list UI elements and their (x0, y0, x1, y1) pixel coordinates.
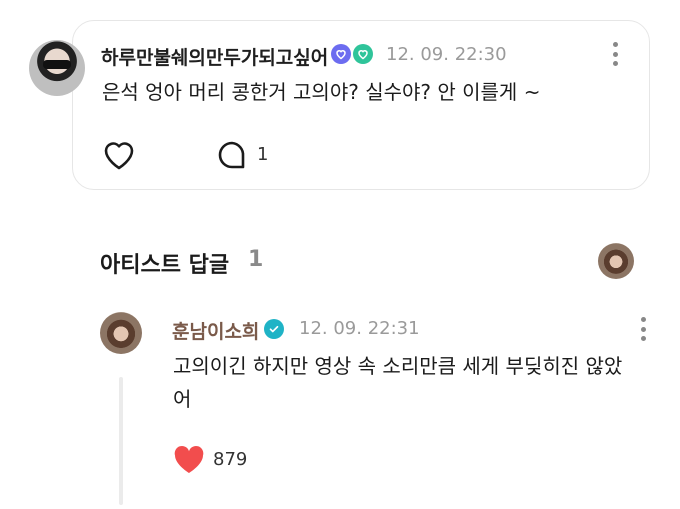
verified-check-icon (264, 319, 284, 339)
fan-badges (331, 44, 373, 64)
like-count: 879 (213, 449, 248, 470)
fan-avatar[interactable] (29, 40, 85, 96)
check-badge-icon (353, 44, 373, 64)
artist-username[interactable]: 훈남이소희 (172, 317, 259, 344)
like-heart-outline-icon[interactable] (102, 139, 136, 171)
thread-line (119, 377, 123, 505)
artist-timestamp: 12. 09. 22:31 (299, 318, 420, 339)
artist-reply-text: 고의이긴 하지만 영상 속 소리만큼 세게 부딪히진 않았어 (173, 354, 623, 411)
artist-verified-badge (264, 319, 284, 339)
heart-badge-icon (331, 44, 351, 64)
reply-bubble-icon[interactable] (217, 140, 247, 170)
artist-reply-section-count: 1 (248, 247, 264, 272)
fan-comment-text: 은석 엉아 머리 콩한거 고의야? 실수야? 안 이를게 ~ (102, 80, 541, 104)
artist-more-options-icon[interactable] (640, 317, 646, 341)
artist-reply-section-title: 아티스트 답글 (100, 253, 230, 278)
reply-count: 1 (257, 144, 269, 165)
artist-avatar[interactable] (100, 312, 142, 354)
artist-avatar-small[interactable] (598, 243, 634, 279)
fan-timestamp: 12. 09. 22:30 (386, 44, 507, 65)
like-heart-filled-icon[interactable] (173, 445, 205, 475)
fan-more-options-icon[interactable] (612, 42, 618, 66)
fan-username[interactable]: 하루만불쉐의만두가되고싶어 (101, 43, 328, 70)
